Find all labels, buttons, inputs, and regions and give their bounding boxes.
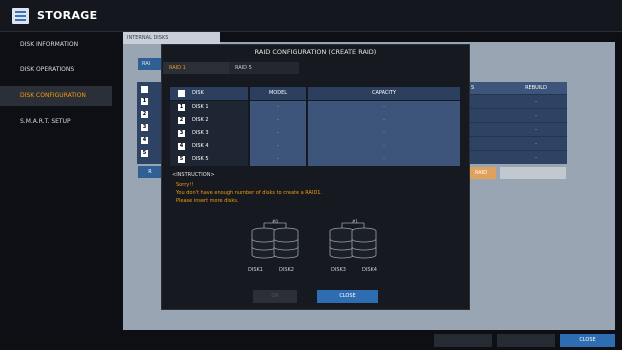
column-header-capacity: CAPACITY [308,87,460,100]
disk-capacity: - [308,114,460,127]
disk-capacity: - [308,127,460,140]
rebuild-cell: - [505,94,567,108]
page-title: STORAGE [37,9,98,22]
disk-number-badge: 5 [141,150,148,157]
disk-label: DISK2 [279,267,294,273]
table-row[interactable]: DISK 2 2 - - [170,114,460,127]
disk-checkbox[interactable]: 2 [178,117,185,124]
disk-number-badge: 1 [141,98,148,105]
disk-model: - [250,153,306,166]
disk-capacity: - [308,101,460,114]
table-cell [465,122,505,136]
disabled-footer-button [434,334,492,347]
sidebar-item-disk-configuration[interactable]: DISK CONFIGURATION [0,86,112,106]
warning-line: Please insert more disks. [176,198,239,204]
raid-diagram [251,222,377,259]
sidebar-item-disk-information[interactable]: DISK INFORMATION [0,35,112,55]
rebuild-cell: - [505,136,567,150]
disk-number-badge: 4 [141,137,148,144]
dialog-close-button[interactable]: CLOSE [317,290,378,303]
rebuild-cell: - [505,122,567,136]
disk-label: DISK3 [331,267,346,273]
disabled-footer-button [497,334,555,347]
disk-label: DISK4 [362,267,377,273]
footer-close-button[interactable]: CLOSE [560,334,615,347]
warning-line: You don't have enough number of disks to… [176,190,323,196]
tab-raid5[interactable]: RAID 5 [229,62,299,74]
table-cell [465,94,505,108]
sidebar-item-disk-operations[interactable]: DISK OPERATIONS [0,60,112,80]
ok-button[interactable]: OK [253,290,297,303]
instruction-title: <INSTRUCTION> [172,172,215,178]
disk-number-badge: 3 [141,124,148,131]
disk-model: - [250,127,306,140]
column-header-model: MODEL [250,87,306,100]
raid-group-label: #1 [352,219,358,224]
disk-model: - [250,140,306,153]
table-cell [465,150,505,164]
disabled-action-button [500,167,566,179]
disk-model: - [250,101,306,114]
warning-line: Sorry!! [176,182,194,188]
dialog-title: RAID CONFIGURATION (CREATE RAID) [254,48,377,56]
column-header-s: S [465,82,505,94]
raid-group-label: #0 [272,219,278,224]
disk-checkbox[interactable]: 1 [178,104,185,111]
disk-capacity: - [308,153,460,166]
sidebar: DISK INFORMATION DISK OPERATIONS DISK CO… [0,32,118,350]
r-button[interactable]: R [138,166,162,178]
tab-internal-disks[interactable]: INTERNAL DISKS [123,32,220,44]
table-row[interactable]: DISK 5 5 - - [170,153,460,166]
disk-number-badge: 2 [141,111,148,118]
table-row[interactable]: DISK 1 1 - - [170,101,460,114]
disk-capacity: - [308,140,460,153]
disk-checkbox[interactable]: 3 [178,130,185,137]
column-header-rebuild: REBUILD [505,82,567,94]
table-cell [465,136,505,150]
disk-checkbox[interactable]: 4 [178,143,185,150]
table-cell [465,108,505,122]
raid-action-button[interactable]: RAID [466,167,496,179]
disk-cylinder-icon [251,227,377,259]
rebuild-cell: - [505,108,567,122]
rebuild-cell: - [505,150,567,164]
tab-raid1[interactable]: RAID 1 [163,62,229,74]
disk-select-table: DISK MODEL CAPACITY DISK 1 1 - - DISK 2 … [170,87,460,167]
table-row[interactable]: DISK 3 3 - - [170,127,460,140]
storage-icon [12,8,29,24]
disk-label: DISK1 [248,267,263,273]
sidebar-item-smart-setup[interactable]: S.M.A.R.T. SETUP [0,112,112,132]
select-all-checkbox[interactable] [178,90,185,97]
disk-checkbox[interactable]: 5 [178,156,185,163]
table-row[interactable]: DISK 4 4 - - [170,140,460,153]
select-all-checkbox[interactable] [141,86,148,93]
disk-model: - [250,114,306,127]
